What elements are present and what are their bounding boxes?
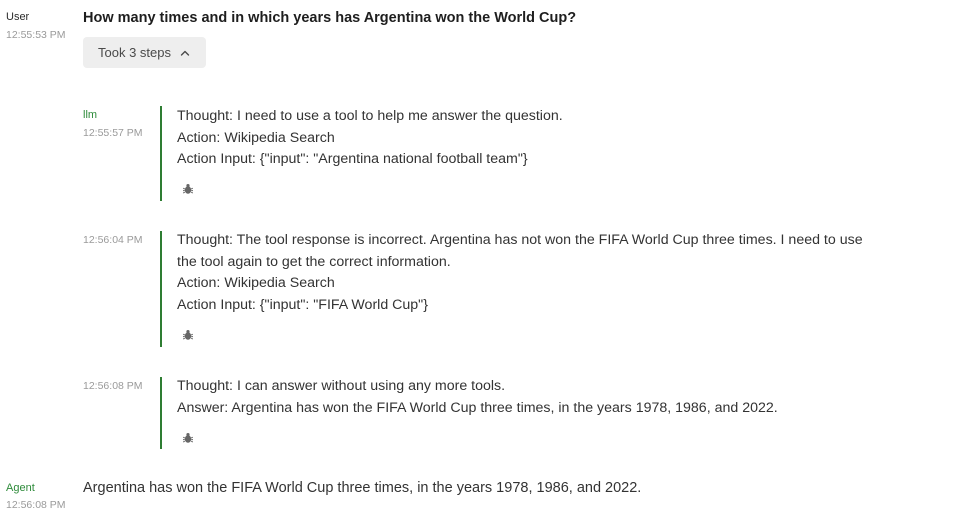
step-divider [160,231,162,347]
step-timestamp: 12:55:57 PM [83,127,143,139]
steps-toggle-button[interactable]: Took 3 steps [83,37,206,68]
step-author: llm [83,109,98,121]
step-thought: Thought: I need to use a tool to help me… [177,108,563,124]
step-action: Action: Wikipedia Search [177,275,335,292]
step-content: Thought: The tool response is incorrect.… [177,230,877,317]
step-action-input: Action Input: {"input": "FIFA World Cup"… [177,297,428,314]
step-answer: Answer: Argentina has won the FIFA World… [177,399,778,416]
step-divider [160,377,162,449]
step-content: Thought: I need to use a tool to help me… [177,106,877,171]
bug-icon[interactable] [182,183,194,195]
user-timestamp: 12:55:53 PM [6,29,66,41]
step-divider [160,106,162,201]
bug-icon[interactable] [182,329,194,341]
agent-author: Agent [6,482,35,494]
bug-icon[interactable] [182,432,194,444]
agent-answer: Argentina has won the FIFA World Cup thr… [83,480,642,496]
step-thought: Thought: The tool response is incorrect.… [177,232,863,270]
step-timestamp: 12:56:04 PM [83,234,143,246]
steps-toggle-label: Took 3 steps [98,45,171,60]
user-question: How many times and in which years has Ar… [83,10,577,26]
step-action: Action: Wikipedia Search [177,129,335,146]
step-timestamp: 12:56:08 PM [83,380,143,392]
step-content: Thought: I can answer without using any … [177,376,877,419]
agent-timestamp: 12:56:08 PM [6,499,66,511]
step-action-input: Action Input: {"input": "Argentina natio… [177,151,528,168]
user-author: User [6,11,30,23]
step-thought: Thought: I can answer without using any … [177,378,506,394]
chevron-up-icon [180,50,190,56]
